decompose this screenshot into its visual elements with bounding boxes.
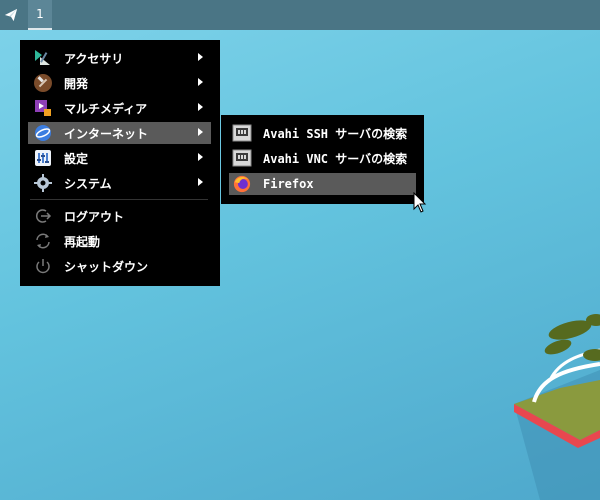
restart-icon [32,231,54,251]
network-server-icon [231,123,253,143]
menu-item-label: アクセサリ [64,51,124,66]
menu-item-label: システム [64,176,112,191]
development-icon [32,73,54,93]
submenu-arrow-icon [198,153,203,161]
submenu-arrow-icon [198,178,203,186]
submenu-arrow-icon [198,128,203,136]
logout-icon [32,206,54,226]
top-panel: 1 [0,0,600,30]
submenu-item-avahi-ssh[interactable]: Avahi SSH サーバの検索 [229,122,416,144]
submenu-item-avahi-vnc[interactable]: Avahi VNC サーバの検索 [229,147,416,169]
accessories-icon [32,48,54,68]
menu-item-multimedia[interactable]: マルチメディア [28,97,211,119]
submenu-item-label: Avahi SSH サーバの検索 [263,126,408,141]
internet-submenu: Avahi SSH サーバの検索 Avahi VNC サーバの検索 Firefo… [221,115,424,204]
system-icon [32,173,54,193]
menu-item-label: マルチメディア [64,101,148,116]
application-menu: アクセサリ 開発 マルチメディア インターネット 設定 システム ログアウト 再… [20,40,220,286]
workspace-button[interactable]: 1 [28,0,52,30]
menu-item-label: シャットダウン [64,259,149,274]
firefox-icon [231,174,253,194]
menu-item-development[interactable]: 開発 [28,72,211,94]
submenu-item-label: Firefox [263,177,314,191]
menu-item-logout[interactable]: ログアウト [28,205,211,227]
submenu-arrow-icon [198,53,203,61]
paper-plane-icon [4,8,18,22]
mouse-pointer-icon [413,192,427,213]
multimedia-icon [32,98,54,118]
menu-item-label: インターネット [64,126,149,141]
submenu-item-label: Avahi VNC サーバの検索 [263,151,408,166]
menu-item-settings[interactable]: 設定 [28,147,211,169]
app-menu-launcher[interactable] [0,0,22,30]
menu-item-label: 設定 [64,151,89,166]
menu-item-label: 開発 [64,76,89,91]
menu-item-shutdown[interactable]: シャットダウン [28,255,211,277]
menu-item-system[interactable]: システム [28,172,211,194]
submenu-arrow-icon [198,103,203,111]
workspace-number: 1 [36,7,44,21]
menu-item-label: ログアウト [64,209,125,224]
settings-icon [32,148,54,168]
menu-separator [30,199,208,200]
submenu-arrow-icon [198,78,203,86]
menu-item-internet[interactable]: インターネット [28,122,211,144]
menu-item-label: 再起動 [64,234,101,249]
wallpaper-island-art [514,314,600,500]
menu-item-accessories[interactable]: アクセサリ [28,47,211,69]
internet-icon [32,123,54,143]
shutdown-icon [32,256,54,276]
network-server-icon [231,148,253,168]
menu-item-restart[interactable]: 再起動 [28,230,211,252]
submenu-item-firefox[interactable]: Firefox [229,173,416,195]
